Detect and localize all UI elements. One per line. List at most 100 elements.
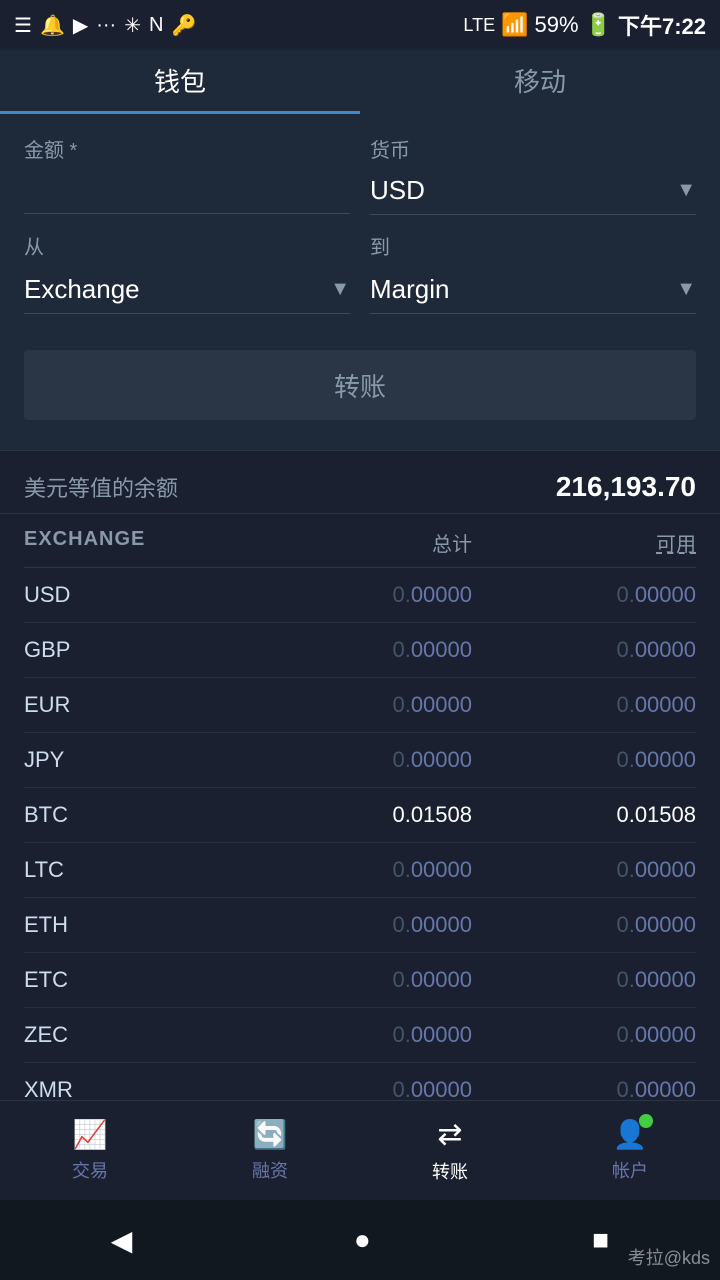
row-available-eth: 0.00000	[472, 912, 696, 938]
sys-nav: ◀ ● ■ 考拉@kds	[0, 1200, 720, 1280]
row-total-ltc: 0.00000	[248, 857, 472, 883]
transfer-button[interactable]: 转账	[24, 350, 696, 420]
status-bar: ☰ 🔔 ▶ ··· ✳ N 🔑 LTE 📶 59% 🔋 下午7:22	[0, 0, 720, 50]
nfc-icon: N	[149, 14, 163, 37]
col-exchange-label: EXCHANGE	[24, 528, 248, 557]
transfer-form: 金额 * 货币 USD ▼ 从 Exchange ▼ 到 Margin ▼	[0, 114, 720, 451]
back-button[interactable]: ◀	[111, 1224, 133, 1257]
app-icon: 🔔	[40, 13, 65, 38]
home-button[interactable]: ●	[354, 1224, 371, 1256]
to-select[interactable]: Margin ▼	[370, 266, 696, 314]
to-dropdown-arrow: ▼	[676, 278, 696, 301]
row-total-eur: 0.00000	[248, 692, 472, 718]
nav-account[interactable]: 👤 帐户	[540, 1101, 720, 1200]
lte-icon: LTE	[463, 15, 495, 36]
nav-account-label: 帐户	[612, 1157, 648, 1183]
currency-dropdown-arrow: ▼	[676, 179, 696, 202]
currency-group: 货币 USD ▼	[370, 134, 696, 215]
account-dot	[639, 1114, 653, 1128]
row-currency-gbp: GBP	[24, 637, 248, 663]
tab-move[interactable]: 移动	[360, 50, 720, 114]
col-total-label: 总计	[248, 528, 472, 557]
row-total-zec: 0.00000	[248, 1022, 472, 1048]
from-group: 从 Exchange ▼	[24, 231, 350, 314]
menu-icon: ☰	[14, 13, 32, 38]
battery-icon: 🔋	[585, 12, 612, 38]
nav-finance[interactable]: 🔄 融资	[180, 1101, 360, 1200]
status-right-area: LTE 📶 59% 🔋 下午7:22	[463, 9, 706, 41]
to-group: 到 Margin ▼	[370, 231, 696, 314]
recent-button[interactable]: ■	[592, 1224, 609, 1256]
table-row: ETH0.000000.00000	[24, 898, 696, 953]
watermark: 考拉@kds	[628, 1244, 710, 1270]
row-available-usd: 0.00000	[472, 582, 696, 608]
to-label: 到	[370, 231, 696, 260]
transfer-icon: ⇄	[437, 1117, 462, 1152]
to-value: Margin	[370, 266, 668, 313]
table-header: EXCHANGE 总计 可用	[24, 514, 696, 568]
from-dropdown-arrow: ▼	[330, 278, 350, 301]
col-available-label: 可用	[472, 528, 696, 557]
row-currency-usd: USD	[24, 582, 248, 608]
row-currency-eur: EUR	[24, 692, 248, 718]
finance-icon: 🔄	[253, 1118, 288, 1151]
nav-transfer-label: 转账	[432, 1158, 468, 1184]
bottom-nav: 📈 交易 🔄 融资 ⇄ 转账 👤 帐户	[0, 1100, 720, 1200]
row-available-etc: 0.00000	[472, 967, 696, 993]
balance-value: 216,193.70	[556, 471, 696, 503]
row-total-jpy: 0.00000	[248, 747, 472, 773]
row-total-eth: 0.00000	[248, 912, 472, 938]
tab-wallet[interactable]: 钱包	[0, 50, 360, 114]
table-row: EUR0.000000.00000	[24, 678, 696, 733]
table-row: JPY0.000000.00000	[24, 733, 696, 788]
table-row: USD0.000000.00000	[24, 568, 696, 623]
table-row: BTC0.015080.01508	[24, 788, 696, 843]
play-icon: ▶	[73, 13, 88, 38]
bluetooth-icon: ✳	[124, 13, 141, 38]
row-currency-etc: ETC	[24, 967, 248, 993]
row-currency-jpy: JPY	[24, 747, 248, 773]
currency-select[interactable]: USD ▼	[370, 167, 696, 215]
table-row: LTC0.000000.00000	[24, 843, 696, 898]
from-label: 从	[24, 231, 350, 260]
row-total-usd: 0.00000	[248, 582, 472, 608]
balance-section: 美元等值的余额 216,193.70	[0, 451, 720, 514]
from-value: Exchange	[24, 266, 322, 313]
row-available-jpy: 0.00000	[472, 747, 696, 773]
currency-value: USD	[370, 167, 668, 214]
status-left-icons: ☰ 🔔 ▶ ··· ✳ N 🔑	[14, 13, 196, 38]
form-row-2: 从 Exchange ▼ 到 Margin ▼	[24, 231, 696, 314]
row-currency-btc: BTC	[24, 802, 248, 828]
currency-label: 货币	[370, 134, 696, 163]
table-row: ZEC0.000000.00000	[24, 1008, 696, 1063]
row-available-gbp: 0.00000	[472, 637, 696, 663]
from-select[interactable]: Exchange ▼	[24, 266, 350, 314]
main-tabs: 钱包 移动	[0, 50, 720, 114]
row-total-etc: 0.00000	[248, 967, 472, 993]
row-currency-ltc: LTC	[24, 857, 248, 883]
balance-label: 美元等值的余额	[24, 471, 178, 503]
table-row: GBP0.000000.00000	[24, 623, 696, 678]
row-available-zec: 0.00000	[472, 1022, 696, 1048]
row-available-ltc: 0.00000	[472, 857, 696, 883]
amount-input[interactable]	[24, 169, 350, 214]
key-icon: 🔑	[171, 13, 196, 38]
amount-label: 金额 *	[24, 134, 350, 163]
row-total-gbp: 0.00000	[248, 637, 472, 663]
table-row: ETC0.000000.00000	[24, 953, 696, 1008]
battery-pct: 59%	[535, 12, 579, 38]
trade-icon: 📈	[73, 1118, 108, 1151]
row-currency-zec: ZEC	[24, 1022, 248, 1048]
nav-trade-label: 交易	[72, 1157, 108, 1183]
form-row-1: 金额 * 货币 USD ▼	[24, 134, 696, 215]
nav-trade[interactable]: 📈 交易	[0, 1101, 180, 1200]
row-total-btc: 0.01508	[248, 802, 472, 828]
row-currency-eth: ETH	[24, 912, 248, 938]
nav-transfer[interactable]: ⇄ 转账	[360, 1101, 540, 1200]
more-icon: ···	[96, 14, 116, 37]
nav-finance-label: 融资	[252, 1157, 288, 1183]
status-time: 下午7:22	[618, 9, 706, 41]
signal-icon: 📶	[501, 12, 528, 38]
row-available-eur: 0.00000	[472, 692, 696, 718]
amount-group: 金额 *	[24, 134, 350, 214]
